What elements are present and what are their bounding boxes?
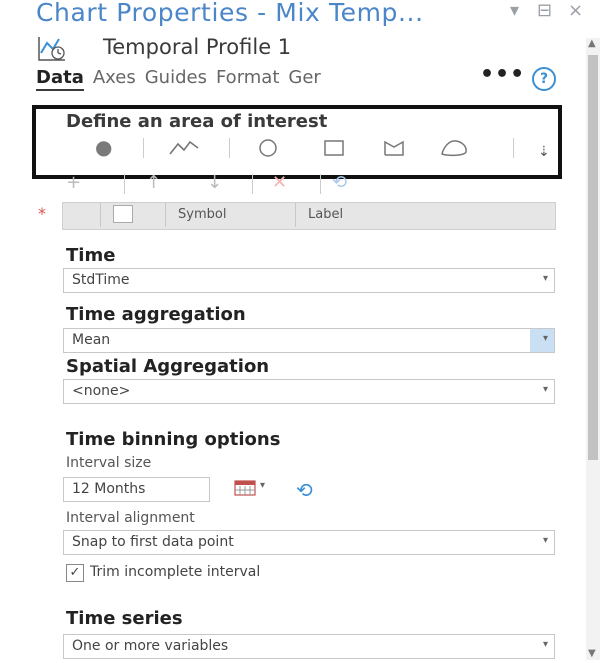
tool-separator: [513, 138, 514, 158]
interval-alignment-label: Interval alignment: [66, 510, 195, 526]
trim-incomplete-checkbox[interactable]: ✓: [66, 564, 84, 582]
move-up-icon[interactable]: ↑: [146, 172, 161, 193]
time-binning-label: Time binning options: [66, 429, 281, 450]
grid-divider: [165, 203, 166, 227]
more-tabs-button[interactable]: •••: [480, 62, 525, 87]
time-label: Time: [66, 245, 116, 266]
chart-name: Temporal Profile 1: [103, 35, 292, 59]
polygon-icon[interactable]: [438, 136, 470, 158]
circle-icon[interactable]: [256, 138, 280, 158]
window-title: Chart Properties - Mix Temp...: [36, 0, 424, 27]
time-series-label: Time series: [66, 608, 183, 629]
close-icon[interactable]: ×: [568, 0, 583, 21]
tab-axes[interactable]: Axes: [93, 67, 136, 88]
grid-column-symbol[interactable]: Symbol: [178, 207, 226, 222]
time-value: StdTime: [72, 272, 130, 288]
interval-size-value: 12 Months: [72, 481, 146, 497]
tab-format[interactable]: Format: [216, 67, 279, 88]
time-series-dropdown[interactable]: One or more variables ▾: [63, 634, 555, 659]
scroll-up-icon[interactable]: ▲: [588, 38, 596, 49]
tab-bar: Data Axes Guides Format Ger: [36, 67, 330, 91]
toolbar-separator: [124, 174, 125, 194]
spatial-aggregation-label: Spatial Aggregation: [66, 356, 270, 377]
add-icon[interactable]: +: [66, 172, 81, 193]
float-icon[interactable]: ⊟: [537, 0, 552, 21]
scroll-down-icon[interactable]: ▼: [588, 648, 596, 659]
rectangle-icon[interactable]: [322, 138, 346, 158]
lasso-icon[interactable]: [382, 138, 406, 158]
time-series-value: One or more variables: [72, 638, 229, 654]
reset-icon[interactable]: ⟲: [296, 478, 313, 502]
chevron-down-icon: ▾: [542, 384, 548, 395]
overflow-icon[interactable]: ⇣: [538, 144, 550, 160]
chevron-down-icon: ▾: [542, 333, 548, 344]
line-icon[interactable]: [168, 138, 200, 158]
tab-general[interactable]: Ger: [288, 67, 320, 88]
interval-alignment-value: Snap to first data point: [72, 534, 234, 550]
tool-separator: [229, 138, 230, 158]
time-aggregation-dropdown[interactable]: Mean ▾: [63, 328, 555, 353]
tab-data[interactable]: Data: [36, 67, 84, 91]
aoi-label: Define an area of interest: [66, 111, 328, 132]
grid-divider: [100, 203, 101, 227]
new-row-marker: *: [38, 204, 46, 223]
toolbar-separator: [320, 174, 321, 194]
point-icon[interactable]: ●: [95, 135, 112, 159]
time-aggregation-value: Mean: [72, 332, 111, 348]
delete-icon[interactable]: ✕: [272, 172, 287, 193]
toolbar-separator: [252, 174, 253, 194]
trim-incomplete-label[interactable]: Trim incomplete interval: [90, 564, 260, 580]
tab-guides[interactable]: Guides: [145, 67, 207, 88]
select-all-checkbox[interactable]: [113, 205, 133, 223]
temporal-profile-icon: [37, 33, 67, 63]
chevron-down-icon: ▾: [542, 639, 548, 650]
grid-divider: [295, 203, 296, 227]
chevron-down-icon: ▾: [542, 273, 548, 284]
interval-alignment-dropdown[interactable]: Snap to first data point ▾: [63, 530, 555, 555]
pin-icon[interactable]: ▾: [510, 0, 519, 21]
chevron-down-icon: ▾: [542, 535, 548, 546]
chevron-down-icon[interactable]: ▾: [260, 480, 265, 491]
time-dropdown[interactable]: StdTime ▾: [63, 268, 555, 293]
spatial-aggregation-value: <none>: [72, 383, 131, 399]
help-icon[interactable]: ?: [532, 67, 556, 91]
undo-icon[interactable]: ⟲: [332, 172, 347, 193]
scrollbar-thumb[interactable]: [588, 55, 598, 460]
move-down-icon[interactable]: ↓: [207, 172, 222, 193]
interval-size-input[interactable]: 12 Months: [63, 477, 210, 502]
time-aggregation-label: Time aggregation: [66, 304, 246, 325]
tool-separator: [143, 138, 144, 158]
grid-column-label[interactable]: Label: [308, 207, 343, 222]
interval-size-label: Interval size: [66, 455, 152, 471]
spatial-aggregation-dropdown[interactable]: <none> ▾: [63, 379, 555, 404]
calendar-icon[interactable]: [234, 480, 256, 496]
